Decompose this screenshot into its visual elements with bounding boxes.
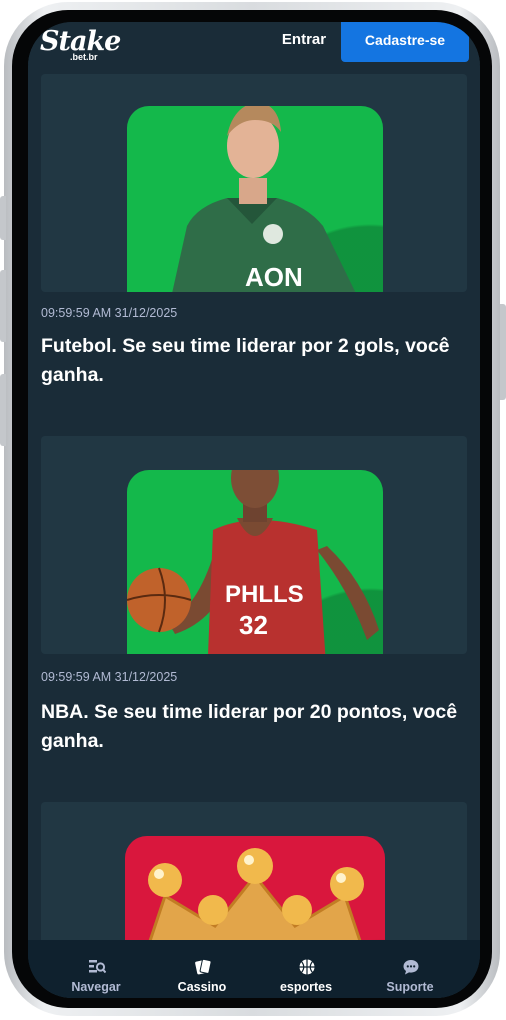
app-screen: Stake .bet.br Entrar Cadastre-se AON 09:… bbox=[28, 22, 480, 998]
chat-icon bbox=[403, 960, 419, 975]
promo-timestamp: 09:59:59 AM 31/12/2025 bbox=[41, 306, 178, 320]
phone-side-button bbox=[0, 196, 6, 240]
phone-volume-up bbox=[0, 270, 6, 342]
top-header: Stake .bet.br Entrar Cadastre-se bbox=[28, 22, 480, 64]
promo-title[interactable]: Futebol. Se seu time liderar por 2 gols,… bbox=[41, 332, 461, 390]
bottom-navigation: Navegar Cassino esportes Suporte bbox=[28, 940, 480, 998]
nav-browse[interactable]: Navegar bbox=[46, 940, 146, 998]
nav-sports[interactable]: esportes bbox=[256, 940, 356, 998]
gold-crown-illustration bbox=[143, 848, 367, 956]
promo-image-football: AON bbox=[127, 106, 383, 292]
logo-subtitle: .bet.br bbox=[70, 52, 98, 62]
nav-support[interactable]: Suporte bbox=[360, 940, 460, 998]
cards-icon bbox=[195, 958, 212, 975]
jersey-number-text: 32 bbox=[239, 610, 268, 640]
nav-label: Cassino bbox=[177, 980, 227, 994]
jersey-team-text: PHLLS bbox=[225, 581, 304, 608]
nav-casino[interactable]: Cassino bbox=[152, 940, 252, 998]
promo-title[interactable]: NBA. Se seu time liderar por 20 pontos, … bbox=[41, 698, 461, 756]
signup-button[interactable]: Cadastre-se bbox=[341, 22, 469, 62]
basketball-icon bbox=[299, 959, 315, 975]
promo-image-nba: PHLLS 32 bbox=[127, 470, 383, 654]
basketball-player-illustration: PHLLS 32 bbox=[127, 470, 379, 654]
phone-volume-down bbox=[0, 374, 6, 446]
browse-icon bbox=[89, 960, 106, 974]
nav-label: esportes bbox=[279, 980, 333, 994]
jersey-sponsor-text: AON bbox=[245, 262, 303, 292]
nav-label: Navegar bbox=[71, 980, 121, 994]
promo-card-football[interactable]: AON bbox=[41, 74, 467, 292]
football-player-illustration: AON bbox=[172, 106, 356, 292]
promo-timestamp: 09:59:59 AM 31/12/2025 bbox=[41, 670, 178, 684]
phone-power-button bbox=[500, 304, 506, 400]
promo-card-nba[interactable]: PHLLS 32 bbox=[41, 436, 467, 654]
login-button[interactable]: Entrar bbox=[264, 22, 344, 62]
nav-label: Suporte bbox=[386, 980, 434, 994]
